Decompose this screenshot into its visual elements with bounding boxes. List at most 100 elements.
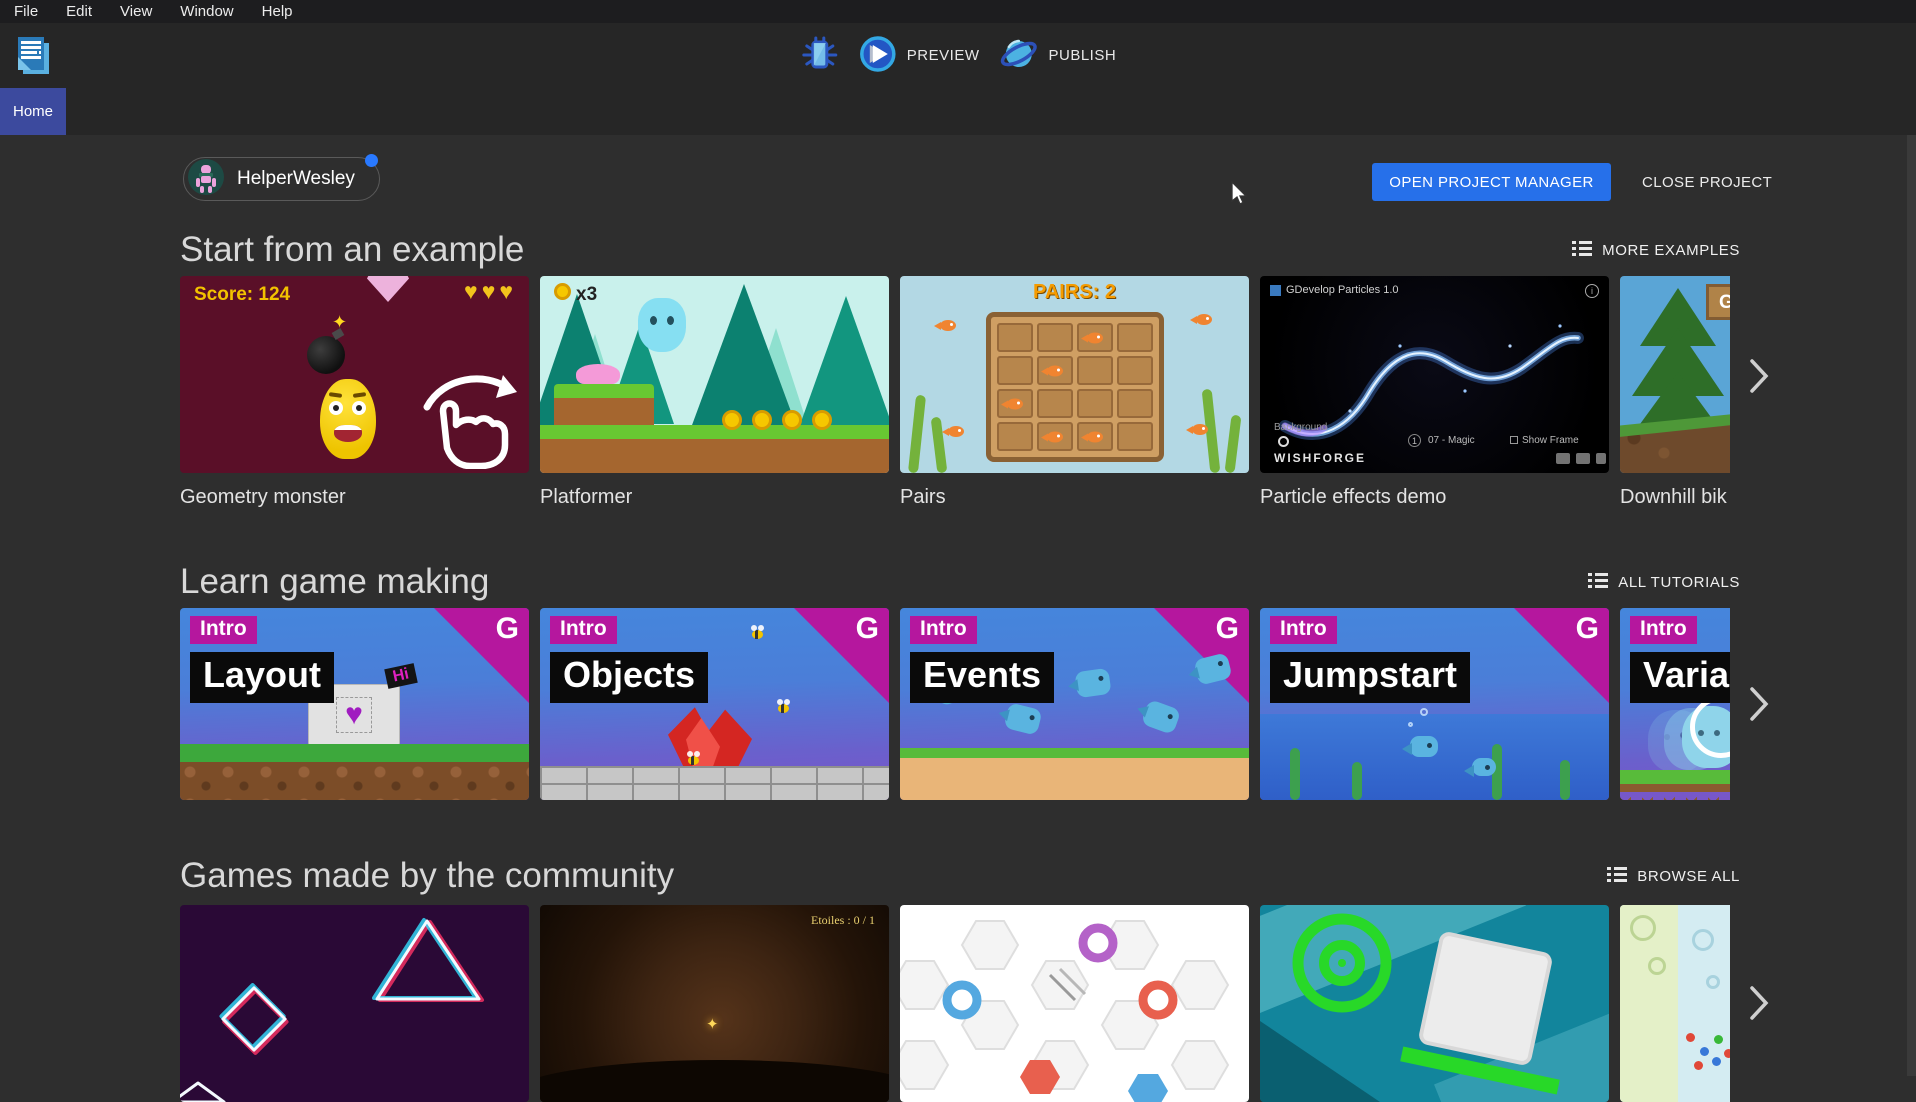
pentagon-shape	[367, 276, 409, 302]
user-profile-chip[interactable]: HelperWesley	[183, 157, 380, 201]
menu-edit[interactable]: Edit	[52, 0, 106, 23]
sunset-game-thumbnail: ✦ Etoiles : 0 / 1	[540, 905, 889, 1102]
gdevelop-logo-icon	[14, 34, 52, 83]
tutorial-title: Events	[910, 652, 1054, 703]
tutorial-title: Variab	[1630, 652, 1730, 703]
card-label: Particle effects demo	[1260, 486, 1609, 509]
frame-icon	[1510, 436, 1518, 444]
list-icon	[1572, 240, 1592, 260]
list-icon	[1588, 572, 1608, 592]
tutorial-card-events[interactable]: G Intro Events	[900, 608, 1249, 800]
all-tutorials-label: ALL TUTORIALS	[1618, 574, 1740, 591]
tutorial-title: Layout	[190, 652, 334, 703]
debug-bug-icon	[800, 35, 840, 77]
globe-icon	[997, 34, 1039, 78]
gdevelop-g-logo: G	[856, 612, 879, 646]
bomb	[307, 336, 345, 374]
section-title-community: Games made by the community	[180, 856, 674, 896]
all-tutorials-button[interactable]: ALL TUTORIALS	[1588, 572, 1740, 592]
example-card-particle-effects[interactable]: GDevelop Particles 1.0 i Background 1 07…	[1260, 276, 1609, 516]
info-icon: i	[1585, 284, 1599, 298]
events-thumbnail: G Intro Events	[900, 608, 1249, 800]
tutorial-card-layout[interactable]: G ♥ Hi Intro Layout	[180, 608, 529, 800]
star-character: ✦	[706, 1015, 719, 1033]
scrollbar[interactable]	[1907, 135, 1916, 1076]
card-label: Geometry monster	[180, 486, 529, 509]
menu-file[interactable]: File	[0, 0, 52, 23]
community-card-4[interactable]	[1260, 905, 1609, 1102]
more-examples-button[interactable]: MORE EXAMPLES	[1572, 240, 1740, 260]
section-title-examples: Start from an example	[180, 230, 524, 270]
tutorials-scroll-right-button[interactable]	[1744, 684, 1774, 724]
open-project-manager-button[interactable]: OPEN PROJECT MANAGER	[1372, 163, 1611, 201]
hearts-icons: ♥♥♥	[464, 278, 517, 305]
community-card-2[interactable]: ✦ Etoiles : 0 / 1	[540, 905, 889, 1102]
home-page: HelperWesley OPEN PROJECT MANAGER CLOSE …	[0, 135, 1916, 1076]
ghost-character	[638, 298, 686, 352]
monster-character	[320, 379, 376, 459]
intro-tag: Intro	[1270, 616, 1337, 644]
example-card-pairs[interactable]: PAIRS: 2	[900, 276, 1249, 516]
brand-label: WISHFORGE	[1274, 451, 1366, 465]
stars-counter: Etoiles : 0 / 1	[811, 913, 875, 928]
demo-title: GDevelop Particles 1.0	[1286, 284, 1399, 296]
preview-button[interactable]: PREVIEW	[858, 34, 980, 78]
tutorial-card-jumpstart[interactable]: G Intro Jumpstart	[1260, 608, 1609, 800]
more-examples-label: MORE EXAMPLES	[1602, 242, 1740, 259]
tutorial-card-objects[interactable]: G Intro Objects	[540, 608, 889, 800]
publish-label: PUBLISH	[1048, 47, 1116, 64]
example-card-geometry-monster[interactable]: Score: 124 ♥♥♥ ✦	[180, 276, 529, 516]
notification-dot	[365, 154, 378, 167]
example-card-platformer[interactable]: x3 Platformer	[540, 276, 889, 516]
avatar	[188, 159, 224, 200]
social-icon	[1596, 453, 1606, 464]
intro-tag: Intro	[190, 616, 257, 644]
preview-label: PREVIEW	[907, 47, 980, 64]
gdevelop-window: File Edit View Window Help	[0, 0, 1916, 1076]
layout-thumbnail: G ♥ Hi Intro Layout	[180, 608, 529, 800]
heart-object: ♥	[336, 697, 372, 733]
chevron-right-icon	[1748, 685, 1770, 723]
debug-button[interactable]	[800, 35, 840, 77]
menu-window[interactable]: Window	[166, 0, 247, 23]
example-card-downhill[interactable]: G Downhill bik	[1620, 276, 1730, 516]
intro-tag: Intro	[910, 616, 977, 644]
community-card-1[interactable]	[180, 905, 529, 1102]
close-project-button[interactable]: CLOSE PROJECT	[1630, 163, 1784, 201]
tab-home[interactable]: Home	[0, 88, 66, 135]
mini-logo-icon	[1270, 285, 1281, 296]
menu-bar: File Edit View Window Help	[0, 0, 1916, 23]
background-label: Background	[1274, 422, 1327, 433]
browse-all-button[interactable]: BROWSE ALL	[1607, 866, 1740, 886]
gdevelop-g-logo: G	[1216, 612, 1239, 646]
menu-help[interactable]: Help	[248, 0, 307, 23]
play-icon	[858, 34, 898, 78]
tab-bar: Home	[0, 88, 1916, 135]
browse-all-label: BROWSE ALL	[1637, 868, 1740, 885]
community-scroll-right-button[interactable]	[1744, 983, 1774, 1023]
teal-game-thumbnail	[1260, 905, 1609, 1102]
card-label: Downhill bik	[1620, 486, 1730, 509]
menu-view[interactable]: View	[106, 0, 166, 23]
community-card-3[interactable]	[900, 905, 1249, 1102]
pairs-score-text: PAIRS: 2	[900, 281, 1249, 304]
intro-tag: Intro	[1630, 616, 1697, 644]
twitter-icon	[1576, 453, 1590, 464]
spark-icon: ✦	[332, 312, 347, 333]
community-card-5[interactable]	[1620, 905, 1730, 1102]
hi-tag: Hi	[384, 663, 418, 689]
username: HelperWesley	[237, 168, 355, 190]
toggle-ring-icon	[1278, 436, 1289, 447]
target-rings	[1264, 905, 1424, 1041]
coin-count: x3	[576, 284, 597, 306]
publish-button[interactable]: PUBLISH	[997, 34, 1116, 78]
list-icon	[1607, 866, 1627, 886]
examples-scroll-right-button[interactable]	[1744, 356, 1774, 396]
objects-thumbnail: G Intro Objects	[540, 608, 889, 800]
pairs-board	[986, 312, 1164, 462]
tutorial-title: Objects	[550, 652, 708, 703]
chevron-right-icon	[1748, 357, 1770, 395]
card-label: Platformer	[540, 486, 889, 509]
platformer-thumbnail: x3	[540, 276, 889, 473]
tutorial-card-variables[interactable]: G +1 Intro Variab	[1620, 608, 1730, 800]
